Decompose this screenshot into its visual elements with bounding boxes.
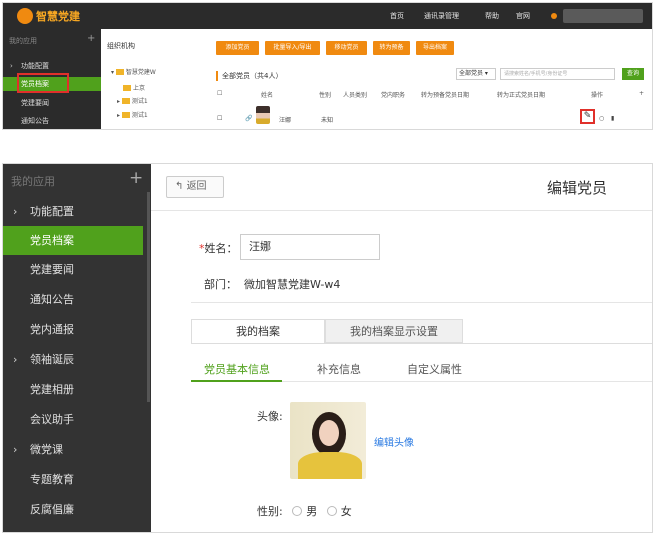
sidebar-item-member-archive[interactable]: 党员档案: [3, 226, 143, 255]
nav-contacts[interactable]: 通讯录管理: [424, 11, 459, 21]
user-account-blurred[interactable]: [563, 9, 643, 23]
to-probation-button[interactable]: 转为预备: [373, 41, 410, 55]
column-header: 操作: [591, 92, 604, 99]
tab-archive-display-settings[interactable]: 我的档案显示设置: [325, 319, 463, 343]
import-export-button[interactable]: 批量导入/导出: [265, 41, 320, 55]
column-header: 转为正式党员日期: [497, 92, 546, 99]
avatar-label: 头像:: [257, 410, 283, 423]
logo-text: 智慧党建: [36, 10, 80, 23]
search-input[interactable]: 请搜索姓名/手机号/身份证号: [500, 68, 615, 80]
nav-site[interactable]: 官网: [516, 11, 530, 21]
divider: [191, 302, 652, 303]
gender-female-label: 女: [340, 505, 352, 518]
subtab-supplementary-info[interactable]: 补充信息: [317, 361, 361, 377]
list-view-panel: 智慧党建 首页 通讯录管理 帮助 官网 我的应用 + › 功能配置 党员档案 党建…: [2, 2, 653, 130]
move-member-button[interactable]: 移动党员: [326, 41, 367, 55]
sidebar-item-birthday[interactable]: › 领袖诞辰: [3, 345, 143, 374]
member-count-label: 全部党员（共4人）: [216, 71, 282, 81]
sidebar-head: 我的应用: [9, 37, 37, 45]
subtab-basic-info[interactable]: 党员基本信息: [204, 361, 270, 377]
tree-node[interactable]: ▸ 测试1: [117, 96, 148, 105]
chevron-right-icon: ›: [13, 443, 18, 456]
add-column-icon[interactable]: +: [639, 90, 644, 97]
column-header: 性别: [319, 92, 332, 99]
sidebar-item-news[interactable]: 党建要闻: [3, 255, 143, 284]
member-gender: 未知: [321, 117, 334, 124]
plus-icon[interactable]: +: [87, 33, 95, 44]
tree-node[interactable]: ▸ 测试1: [117, 110, 148, 119]
sidebar-item-config[interactable]: › 功能配置: [3, 59, 101, 73]
tab-my-archive[interactable]: 我的档案: [191, 319, 325, 343]
row-checkbox[interactable]: ☐: [217, 115, 222, 122]
divider: [151, 210, 652, 211]
delete-icon[interactable]: ▮: [611, 115, 614, 122]
subtab-custom-attributes[interactable]: 自定义属性: [407, 361, 462, 377]
view-icon[interactable]: ○: [599, 115, 604, 122]
active-tab-indicator: [191, 380, 282, 382]
dept-label: 部门：: [204, 278, 237, 291]
export-archive-button[interactable]: 导出档案: [416, 41, 454, 55]
top-nav-bar: 智慧党建 首页 通讯录管理 帮助 官网: [3, 3, 652, 29]
back-arrow-icon: ↰: [175, 181, 187, 192]
sidebar-item-education[interactable]: 专题教育: [3, 465, 143, 494]
gender-label: 性别: 男 女: [257, 505, 352, 518]
divider: [191, 343, 652, 344]
dept-value: 微加智慧党建W-w4: [244, 278, 341, 291]
search-button[interactable]: 查询: [622, 68, 644, 80]
page-title: 编辑党员: [547, 179, 608, 197]
sidebar-item-anti-corruption[interactable]: 反腐倡廉: [3, 495, 143, 524]
folder-icon: [121, 98, 130, 104]
sidebar-item-config[interactable]: › 功能配置: [3, 197, 143, 226]
gender-male-label: 男: [306, 505, 318, 518]
sidebar-scrollbar[interactable]: [147, 192, 150, 402]
avatar: [290, 402, 366, 479]
name-field[interactable]: 汪娜: [240, 234, 380, 260]
sidebar-item-micro-class[interactable]: › 微党课: [3, 435, 143, 464]
sidebar-item-bulletin[interactable]: 党内通报: [3, 315, 143, 344]
sidebar-item-news[interactable]: 党建要闻: [3, 96, 101, 110]
chevron-right-icon: ›: [13, 205, 18, 218]
tree-node[interactable]: ▾ 智慧党建W: [111, 67, 156, 76]
plus-icon[interactable]: +: [129, 168, 143, 188]
link-icon[interactable]: 🔗: [245, 115, 252, 122]
name-label: *姓名：: [199, 242, 238, 255]
select-all-checkbox[interactable]: ☐: [217, 90, 222, 97]
tree-heading: 组织机构: [107, 42, 135, 50]
back-button[interactable]: ↰ 返回: [166, 176, 224, 198]
folder-icon: [121, 112, 130, 118]
column-header: 姓名: [261, 92, 274, 99]
nav-home[interactable]: 首页: [390, 11, 404, 21]
sidebar: 我的应用 + › 功能配置 党员档案 党建要闻 通知公告 党内通报 › 领袖诞辰 党…: [3, 164, 151, 532]
edit-icon[interactable]: ✎: [580, 109, 595, 124]
gender-male-radio[interactable]: [292, 506, 303, 516]
sidebar-item-album[interactable]: 党建相册: [3, 375, 143, 404]
folder-icon: [115, 69, 124, 75]
gender-female-radio[interactable]: [326, 506, 337, 516]
sidebar-item-notice[interactable]: 通知公告: [3, 285, 143, 314]
nav-help[interactable]: 帮助: [485, 11, 499, 21]
sidebar-head: 我的应用: [11, 175, 55, 188]
highlight-box: [17, 73, 69, 93]
logo-icon: [17, 8, 33, 24]
user-icon: [551, 13, 557, 19]
folder-icon: [123, 85, 131, 91]
edit-member-panel: 我的应用 + › 功能配置 党员档案 党建要闻 通知公告 党内通报 › 领袖诞辰 党…: [2, 163, 653, 533]
avatar: [256, 106, 270, 124]
sidebar-item-meeting[interactable]: 会议助手: [3, 405, 143, 434]
member-name[interactable]: 汪娜: [279, 115, 291, 124]
edit-avatar-link[interactable]: 编辑头像: [374, 434, 414, 449]
chevron-right-icon: ›: [10, 62, 13, 70]
member-filter-select[interactable]: 全部党员 ▾: [456, 68, 496, 80]
column-header: 转为预备党员日期: [421, 92, 470, 99]
column-header: 党内职务: [381, 92, 406, 99]
chevron-right-icon: ›: [13, 353, 18, 366]
sidebar-item-notice[interactable]: 通知公告: [3, 114, 101, 128]
tree-node[interactable]: 上京: [123, 83, 145, 92]
column-header: 人员类别: [343, 92, 368, 99]
add-member-button[interactable]: 添加党员: [216, 41, 259, 55]
